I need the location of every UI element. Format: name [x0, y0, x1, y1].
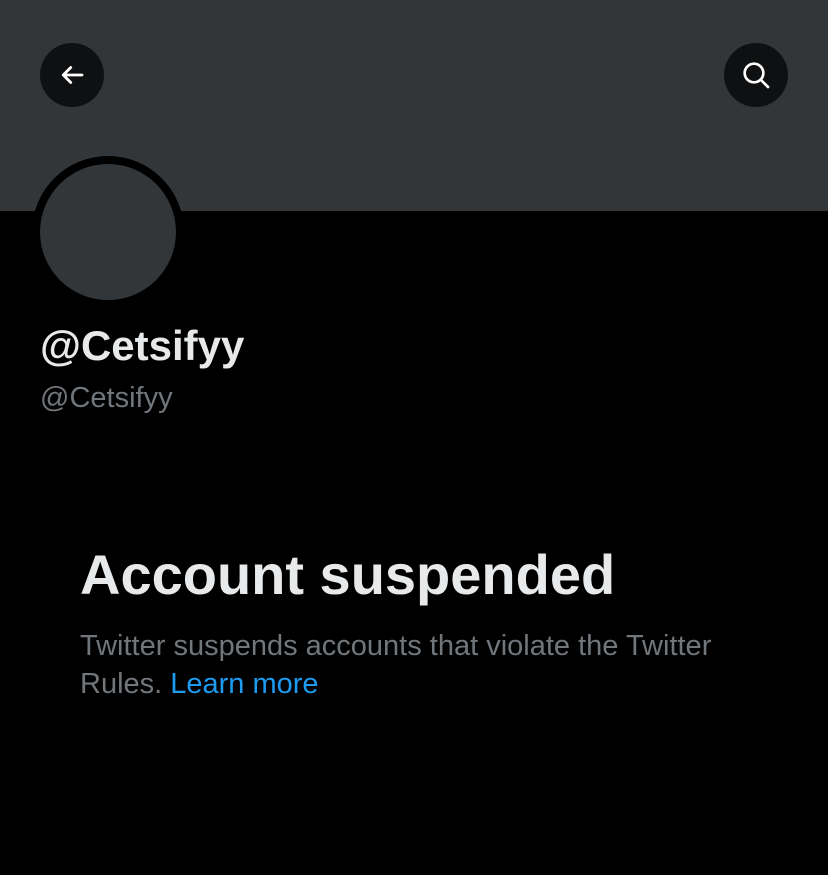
- user-handle: @Cetsifyy: [40, 382, 173, 414]
- avatar[interactable]: [40, 164, 176, 300]
- display-name: @Cetsifyy: [40, 322, 245, 369]
- suspended-title: Account suspended: [80, 543, 616, 606]
- arrow-left-icon: [61, 66, 84, 84]
- suspended-description: Twitter suspends accounts that violate t…: [80, 627, 740, 703]
- back-button[interactable]: [40, 43, 104, 107]
- learn-more-link[interactable]: Learn more: [170, 668, 318, 700]
- search-icon: [743, 62, 770, 89]
- search-button[interactable]: [724, 43, 788, 107]
